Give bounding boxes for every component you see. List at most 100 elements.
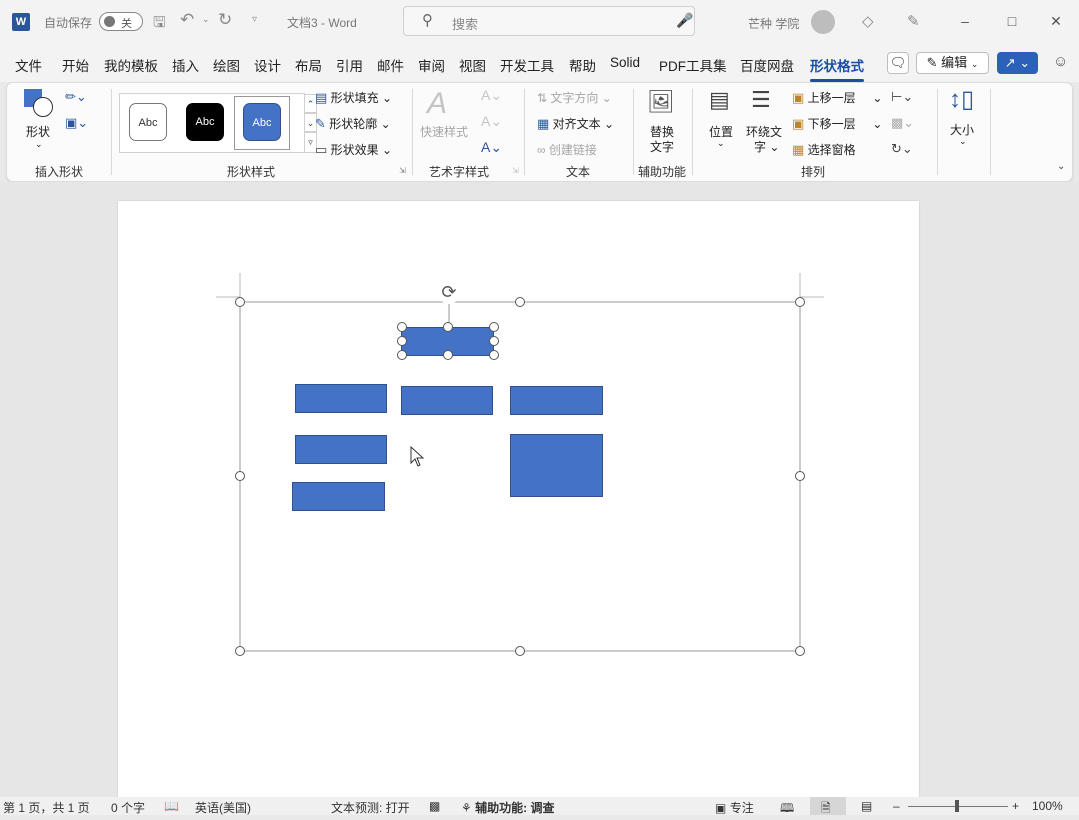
text-effects-icon[interactable]: A⌄	[481, 139, 502, 156]
size-icon[interactable]: ↕▯	[949, 85, 974, 114]
save-icon[interactable]: 🖫	[153, 12, 166, 37]
rectangle-shape[interactable]	[292, 482, 385, 511]
shape-effects-button[interactable]: ▭ 形状效果 ⌄	[315, 141, 392, 158]
shape-handle[interactable]	[489, 336, 499, 346]
tab-solid[interactable]: Solid	[610, 55, 640, 70]
tab-layout[interactable]: 布局	[295, 55, 322, 75]
drawing-canvas[interactable]	[118, 201, 919, 801]
tab-file[interactable]: 文件	[15, 55, 42, 75]
text-prediction[interactable]: 文本预测: 打开	[331, 799, 410, 816]
chevron-down-icon[interactable]: ⌄	[717, 138, 725, 149]
resize-handle[interactable]	[795, 297, 805, 307]
text-fill-icon[interactable]: A⌄	[481, 87, 502, 104]
maximize-icon[interactable]: □	[997, 10, 1027, 32]
resize-handle[interactable]	[795, 471, 805, 481]
copilot-icon[interactable]: ☺	[1053, 53, 1068, 70]
resize-handle[interactable]	[515, 646, 525, 656]
language[interactable]: 英语(美国)	[195, 799, 251, 816]
selection-pane-button[interactable]: ▦ 选择窗格	[792, 141, 856, 158]
shape-handle[interactable]	[443, 350, 453, 360]
rectangle-shape[interactable]	[401, 386, 493, 415]
resize-handle[interactable]	[235, 471, 245, 481]
share-button[interactable]: ↗ ⌄	[997, 52, 1038, 74]
avatar[interactable]	[811, 10, 835, 34]
shape-outline-button[interactable]: ✎ 形状轮廓 ⌄	[315, 115, 391, 132]
send-backward-button[interactable]: ▣ 下移一层 ⌄	[792, 115, 882, 132]
shape-handle[interactable]	[489, 322, 499, 332]
shape-handle[interactable]	[489, 350, 499, 360]
alt-text-label-2[interactable]: 文字	[650, 138, 674, 155]
quick-styles-label[interactable]: 快速样式	[420, 123, 468, 140]
rotate-handle-icon[interactable]: ⟳	[438, 282, 460, 304]
zoom-slider-thumb[interactable]	[955, 800, 959, 812]
tab-references[interactable]: 引用	[336, 55, 363, 75]
shape-fill-button[interactable]: ▤ 形状填充 ⌄	[315, 89, 392, 106]
comments-icon[interactable]: 🗨	[887, 52, 909, 74]
autosave-toggle[interactable]: 关	[99, 12, 143, 31]
tab-view[interactable]: 视图	[459, 55, 486, 75]
collapse-ribbon-icon[interactable]: ⌄	[1057, 161, 1065, 172]
tab-mailings[interactable]: 邮件	[377, 55, 404, 75]
tab-pdf-tools[interactable]: PDF工具集	[659, 55, 727, 75]
wordart-a-icon[interactable]: A	[427, 87, 447, 121]
rotate-icon[interactable]: ↻⌄	[891, 141, 913, 157]
zoom-level[interactable]: 100%	[1032, 799, 1063, 813]
zoom-out-icon[interactable]: –	[893, 799, 900, 813]
undo-dropdown-icon[interactable]: ⌄	[202, 14, 210, 25]
edit-shape-icon[interactable]: ✏⌄	[65, 89, 87, 105]
proofing-icon[interactable]: 📖	[164, 799, 179, 813]
search-box[interactable]: ⚲ 搜索 🎤	[403, 6, 695, 36]
undo-icon[interactable]: ↶	[180, 10, 194, 30]
document-page[interactable]: ⟳	[118, 201, 919, 801]
resize-handle[interactable]	[515, 297, 525, 307]
read-mode-icon[interactable]: 🕮	[780, 799, 794, 820]
diamond-icon[interactable]: ◇	[862, 12, 874, 30]
focus-mode[interactable]: ▣ 专注	[715, 799, 754, 816]
customize-toolbar-icon[interactable]: ▿	[252, 14, 257, 25]
tab-help[interactable]: 帮助	[569, 55, 596, 75]
edit-mode-button[interactable]: ✎ 编辑 ⌄	[916, 52, 989, 74]
align-icon[interactable]: ⊢⌄	[891, 89, 913, 105]
rectangle-shape[interactable]	[510, 386, 603, 415]
chevron-down-icon[interactable]: ⌄	[959, 136, 967, 147]
tab-review[interactable]: 审阅	[418, 55, 445, 75]
rectangle-shape[interactable]	[295, 435, 387, 464]
microphone-icon[interactable]: 🎤	[676, 12, 693, 29]
shape-handle[interactable]	[397, 322, 407, 332]
align-text-button[interactable]: ▦ 对齐文本 ⌄	[537, 115, 614, 132]
chevron-down-icon[interactable]: ⌄	[35, 139, 43, 150]
shape-handle[interactable]	[397, 336, 407, 346]
page-info[interactable]: 第 1 页，共 1 页	[3, 799, 90, 816]
zoom-in-icon[interactable]: +	[1012, 799, 1019, 813]
tab-developer[interactable]: 开发工具	[500, 55, 554, 75]
shape-handle[interactable]	[397, 350, 407, 360]
square-shape[interactable]	[510, 434, 603, 497]
macro-icon[interactable]: ▩	[429, 799, 440, 813]
alt-text-icon[interactable]: 🖼	[647, 89, 675, 115]
tab-shape-format[interactable]: 形状格式	[810, 55, 864, 82]
tab-my-templates[interactable]: 我的模板	[104, 55, 158, 75]
text-outline-icon[interactable]: A⌄	[481, 113, 502, 130]
web-layout-icon[interactable]: ▤	[861, 799, 872, 813]
shapes-icon[interactable]	[24, 89, 54, 119]
print-layout-button[interactable]: 🗎	[810, 797, 846, 815]
resize-handle[interactable]	[235, 297, 245, 307]
rectangle-shape[interactable]	[295, 384, 387, 413]
close-icon[interactable]: ✕	[1041, 10, 1071, 32]
tab-design[interactable]: 设计	[254, 55, 281, 75]
dialog-launcher-icon[interactable]: ⇲	[399, 166, 406, 175]
word-count[interactable]: 0 个字	[111, 799, 145, 816]
wrap-text-icon[interactable]: ☰	[751, 87, 771, 113]
tab-baidu-netdisk[interactable]: 百度网盘	[740, 55, 794, 75]
tab-draw[interactable]: 绘图	[213, 55, 240, 75]
redo-icon[interactable]: ↻	[218, 10, 232, 30]
style-blue[interactable]: Abc	[243, 103, 281, 141]
shapes-button-label[interactable]: 形状	[26, 123, 50, 140]
resize-handle[interactable]	[795, 646, 805, 656]
style-white[interactable]: Abc	[129, 103, 167, 141]
style-black[interactable]: Abc	[186, 103, 224, 141]
minimize-icon[interactable]: –	[950, 10, 980, 32]
tab-home[interactable]: 开始	[62, 55, 89, 75]
wrap-text-label-2[interactable]: 字 ⌄	[754, 138, 779, 155]
resize-handle[interactable]	[235, 646, 245, 656]
